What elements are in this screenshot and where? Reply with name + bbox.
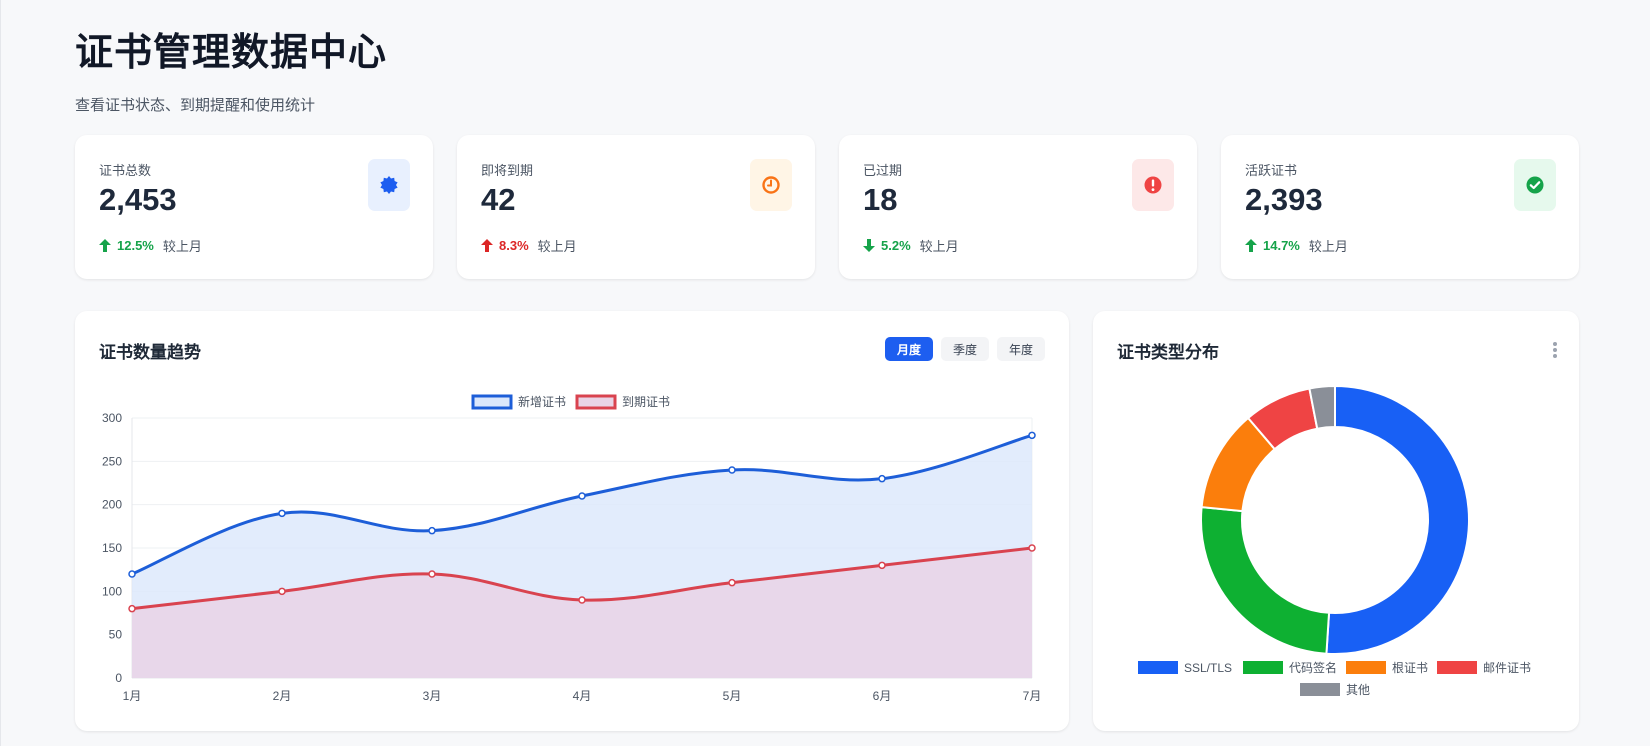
- legend-swatch: [575, 394, 617, 410]
- data-point: [578, 492, 586, 500]
- data-point: [278, 509, 286, 518]
- page-title: 证书管理数据中心: [75, 32, 388, 74]
- y-tick-label: 250: [102, 454, 122, 468]
- page-header: 证书管理数据中心 查看证书状态、到期提醒和使用统计: [75, 28, 387, 115]
- stat-card-expired: 已过期 18 5.2% 较上月: [839, 135, 1197, 279]
- x-tick-label: 1月: [123, 689, 142, 703]
- legend-swatch: [1243, 661, 1283, 674]
- legend-swatch: [1138, 661, 1178, 674]
- data-point: [128, 604, 136, 613]
- legend-swatch: [1300, 683, 1340, 696]
- y-tick-label: 150: [102, 541, 122, 555]
- donut-slice: [1325, 384, 1470, 655]
- certificate-icon: [368, 159, 410, 211]
- stat-change-percent: 12.5%: [117, 238, 154, 253]
- stat-change: 14.7% 较上月: [1245, 236, 1348, 255]
- legend-label: 到期证书: [622, 395, 670, 409]
- clock-icon: [750, 159, 792, 211]
- x-tick-label: 2月: [273, 689, 292, 703]
- data-point: [428, 526, 436, 535]
- stat-compare-label: 较上月: [1308, 239, 1348, 254]
- stat-change-percent: 5.2%: [881, 238, 911, 253]
- x-tick-label: 5月: [723, 689, 742, 703]
- arrow-up-icon: [1245, 239, 1257, 252]
- legend-label: SSL/TLS: [1184, 661, 1232, 675]
- data-point: [878, 474, 886, 483]
- stat-change: 8.3% 较上月: [481, 236, 577, 255]
- data-point: [428, 570, 436, 578]
- stat-compare-label: 较上月: [919, 239, 959, 254]
- y-tick-label: 0: [115, 671, 122, 685]
- stat-change-percent: 14.7%: [1263, 238, 1300, 253]
- stat-value: 18: [863, 182, 898, 217]
- data-point: [578, 596, 586, 604]
- stat-value: 2,393: [1245, 182, 1323, 217]
- stat-label: 活跃证书: [1245, 163, 1298, 178]
- legend-label: 根证书: [1392, 661, 1428, 675]
- y-tick-label: 50: [109, 628, 123, 642]
- stat-label: 即将到期: [481, 163, 534, 178]
- stat-change-percent: 8.3%: [499, 238, 529, 253]
- legend-label: 邮件证书: [1483, 661, 1531, 675]
- legend-swatch: [471, 394, 513, 410]
- stat-card-total: 证书总数 2,453 12.5% 较上月: [75, 135, 433, 279]
- stat-card-active: 活跃证书 2,393 14.7% 较上月: [1221, 135, 1579, 279]
- alert-icon: [1132, 159, 1174, 211]
- x-tick-label: 7月: [1023, 689, 1042, 703]
- legend-swatch: [1346, 661, 1386, 674]
- y-tick-label: 300: [102, 411, 122, 425]
- data-point: [128, 570, 136, 578]
- stat-compare-label: 较上月: [537, 239, 577, 254]
- stat-value: 42: [481, 182, 516, 217]
- data-point: [1028, 431, 1036, 440]
- data-point: [278, 587, 286, 596]
- legend-label: 其他: [1346, 683, 1370, 697]
- data-point: [728, 578, 736, 587]
- legend-label: 新增证书: [518, 394, 566, 409]
- y-tick-label: 100: [102, 584, 122, 598]
- arrow-up-icon: [99, 239, 111, 252]
- stat-change: 12.5% 较上月: [99, 236, 202, 255]
- data-point: [1028, 544, 1036, 552]
- stat-value: 2,453: [99, 182, 177, 217]
- trend-chart-panel: 证书数量趋势 月度 季度 年度 0 50 100 150 200 250 300 1月 2月 3月…: [75, 311, 1069, 731]
- y-tick-label: 200: [102, 498, 122, 512]
- legend-label: 代码签名: [1289, 660, 1337, 675]
- page-subtitle: 查看证书状态、到期提醒和使用统计: [75, 97, 316, 114]
- stat-label: 已过期: [863, 163, 903, 178]
- donut-slice: [1200, 506, 1331, 655]
- legend-swatch: [1437, 661, 1477, 674]
- type-distribution-panel: 证书类型分布 SSL/TLS 代码签名 根证书 邮件证书 其他: [1093, 311, 1579, 731]
- data-point: [878, 561, 886, 570]
- stat-compare-label: 较上月: [162, 239, 202, 254]
- stat-label: 证书总数: [99, 163, 152, 178]
- arrow-down-icon: [863, 239, 875, 252]
- stat-card-expiring: 即将到期 42 8.3% 较上月: [457, 135, 815, 279]
- x-tick-label: 4月: [573, 689, 592, 703]
- data-point: [728, 466, 736, 474]
- check-circle-icon: [1514, 159, 1556, 211]
- line-chart: 0 50 100 150 200 250 300 1月 2月 3月 4月 5月 6月 7月 新增证书 到期证书: [102, 394, 1042, 703]
- x-tick-label: 6月: [873, 689, 892, 703]
- stat-change: 5.2% 较上月: [863, 236, 959, 255]
- arrow-up-icon: [481, 239, 493, 252]
- donut-chart: SSL/TLS 代码签名 根证书 邮件证书其他: [1138, 384, 1531, 697]
- x-tick-label: 3月: [423, 689, 442, 703]
